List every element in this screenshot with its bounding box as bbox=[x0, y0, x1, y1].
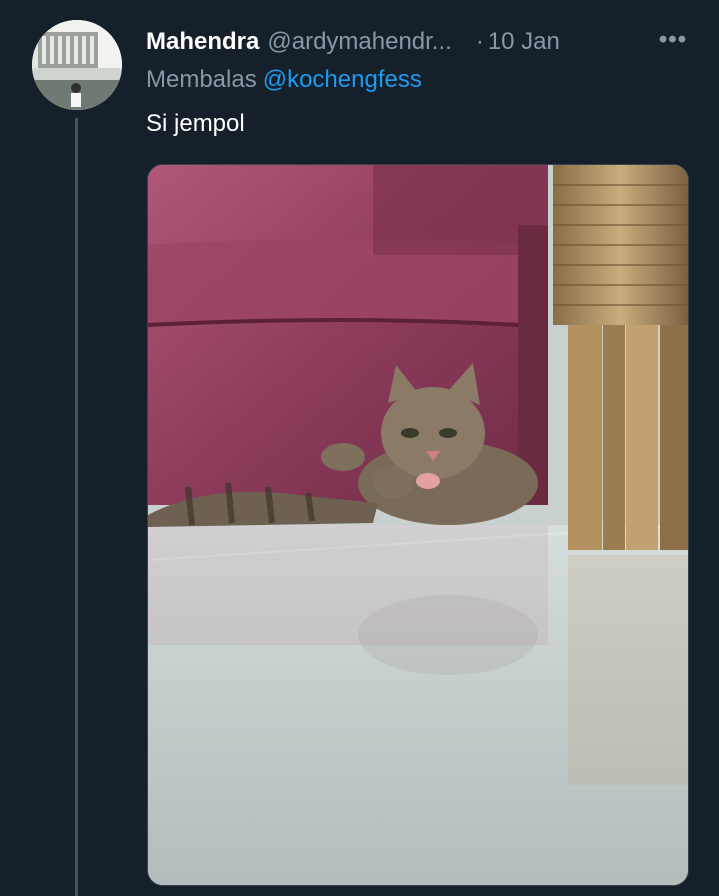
more-options-icon[interactable]: ••• bbox=[657, 26, 689, 58]
author-avatar[interactable] bbox=[32, 20, 122, 110]
author-name[interactable]: Mahendra bbox=[146, 28, 259, 56]
reply-context: Membalas @kochengfess bbox=[146, 66, 422, 94]
tweet-photo[interactable] bbox=[147, 164, 689, 886]
thread-connector-line bbox=[75, 118, 78, 896]
tweet-text: Si jempol bbox=[146, 110, 245, 137]
reply-mention-link[interactable]: @kochengfess bbox=[263, 66, 422, 93]
photo-of-kitten-image bbox=[148, 165, 688, 885]
reply-prefix: Membalas bbox=[146, 66, 257, 93]
tweet-header: Mahendra @ardymahendr... · 10 Jan bbox=[146, 26, 719, 58]
tweet-date[interactable]: 10 Jan bbox=[488, 28, 560, 56]
separator-dot: · bbox=[475, 28, 484, 55]
avatar-image bbox=[32, 20, 122, 110]
author-handle[interactable]: @ardymahendr... bbox=[267, 28, 451, 56]
